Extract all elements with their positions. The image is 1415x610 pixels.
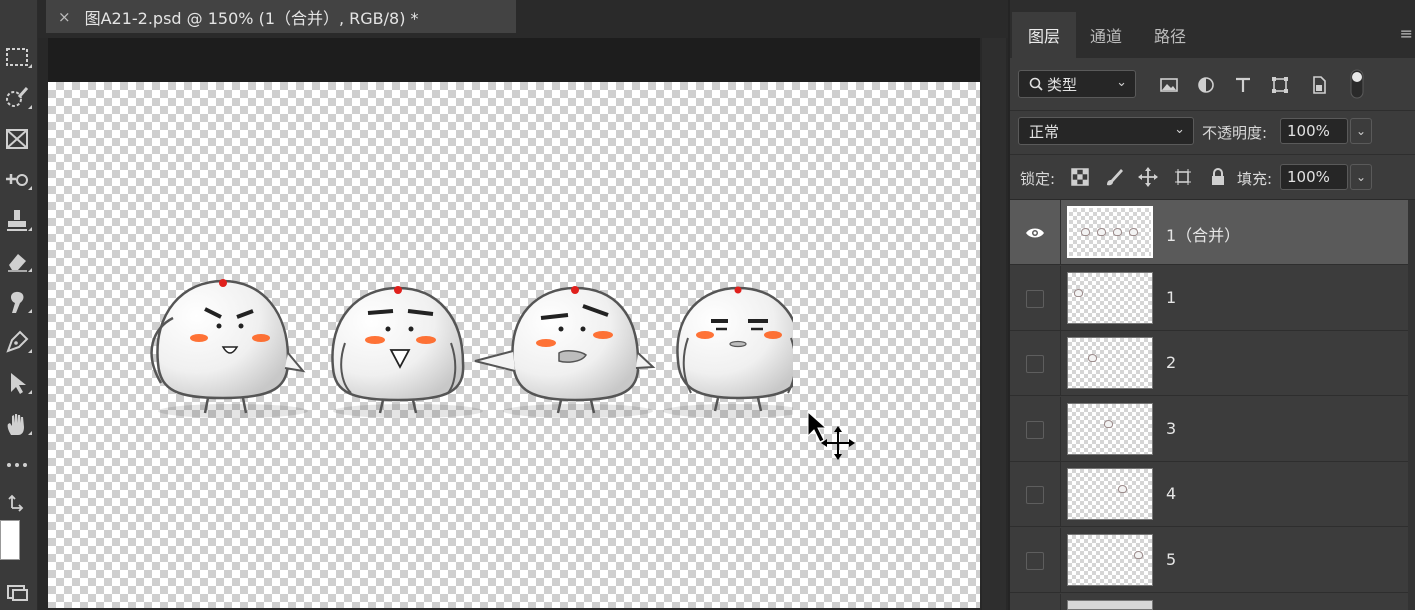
layer-divider xyxy=(1060,200,1061,265)
lock-row: 锁定: 填充: 100% ⌄ xyxy=(1010,154,1415,200)
layer-visibility-toggle[interactable] xyxy=(1026,552,1044,570)
stamp-icon[interactable] xyxy=(0,205,34,235)
panel-tab-bar: 图层 通道 路径 ≡ xyxy=(1010,0,1415,58)
layer-visibility-toggle[interactable] xyxy=(1026,486,1044,504)
layer-name: 5 xyxy=(1166,550,1177,569)
layers-list: 1（合并） 1 2 3 4 5 xyxy=(1010,200,1408,610)
adjustment-filter-icon[interactable] xyxy=(1195,74,1217,96)
tab-layers[interactable]: 图层 xyxy=(1012,12,1077,58)
lock-position-icon[interactable] xyxy=(1137,166,1159,188)
chevron-down-icon: ⌄ xyxy=(1116,75,1127,90)
chevron-down-icon: ⌄ xyxy=(1174,122,1185,137)
hand-icon[interactable] xyxy=(0,409,34,439)
vertical-scrollbar[interactable] xyxy=(982,38,1006,610)
opacity-input[interactable]: 100% xyxy=(1280,118,1348,144)
layer-row[interactable]: 3 xyxy=(1010,397,1408,462)
spot-healing-icon[interactable] xyxy=(0,164,34,194)
character-artwork xyxy=(150,279,793,418)
layer-name: 1（合并） xyxy=(1166,226,1241,245)
layer-row[interactable]: 2 xyxy=(1010,331,1408,396)
image-filter-icon[interactable] xyxy=(1158,74,1180,96)
layer-row[interactable]: 1（合并） xyxy=(1010,200,1408,265)
layer-visibility-toggle[interactable] xyxy=(1026,224,1044,242)
lock-all-icon[interactable] xyxy=(1207,166,1229,188)
smart-object-filter-icon[interactable] xyxy=(1308,74,1330,96)
fill-dropdown-button[interactable]: ⌄ xyxy=(1350,164,1372,190)
layer-thumbnail xyxy=(1067,272,1153,324)
layer-thumbnail xyxy=(1067,403,1153,455)
tab-channels[interactable]: 通道 xyxy=(1074,12,1138,58)
path-selection-icon[interactable] xyxy=(0,368,34,398)
blend-row: 正常 ⌄ 不透明度: 100% ⌄ xyxy=(1010,110,1415,154)
document-title: 图A21-2.psd @ 150% (1（合并）, RGB/8) * xyxy=(84,8,419,28)
character-4 xyxy=(676,286,793,412)
layer-row[interactable]: 1 xyxy=(1010,266,1408,331)
foreground-color-swatch[interactable] xyxy=(0,520,20,560)
layer-row[interactable]: 5 xyxy=(1010,528,1408,593)
opacity-label: 不透明度: xyxy=(1202,124,1268,142)
rectangular-marquee-icon[interactable] xyxy=(0,42,34,72)
lock-label: 锁定: xyxy=(1020,170,1056,188)
filter-row: 类型 ⌄ xyxy=(1010,58,1415,110)
filter-type-label: 类型 xyxy=(1047,75,1078,94)
smudge-icon[interactable] xyxy=(0,287,34,317)
canvas-pasteboard xyxy=(48,38,980,82)
screen-mode-icon[interactable] xyxy=(0,578,34,608)
close-tab-icon[interactable]: × xyxy=(58,8,71,26)
layer-divider xyxy=(1060,397,1061,462)
type-filter-icon[interactable] xyxy=(1232,74,1254,96)
filter-toggle-icon[interactable] xyxy=(1348,68,1366,100)
more-tools-icon[interactable] xyxy=(0,449,34,479)
frame-icon[interactable] xyxy=(0,124,34,154)
panel-menu-icon[interactable]: ≡ xyxy=(1400,24,1413,43)
canvas-area xyxy=(38,38,1008,610)
lock-image-icon[interactable] xyxy=(1103,166,1125,188)
swap-colors-icon[interactable] xyxy=(0,488,34,518)
character-3 xyxy=(474,286,656,414)
document-tab-bar: × 图A21-2.psd @ 150% (1（合并）, RGB/8) * xyxy=(38,0,1008,38)
document-tab[interactable]: × 图A21-2.psd @ 150% (1（合并）, RGB/8) * xyxy=(46,0,516,33)
layer-visibility-toggle[interactable] xyxy=(1026,421,1044,439)
search-icon xyxy=(1029,77,1043,91)
character-1 xyxy=(150,279,306,414)
layer-thumbnail xyxy=(1067,600,1153,610)
layer-name: 2 xyxy=(1166,353,1177,372)
lock-artboard-icon[interactable] xyxy=(1172,166,1194,188)
lock-transparent-icon[interactable] xyxy=(1069,166,1091,188)
layer-divider xyxy=(1060,528,1061,593)
layer-visibility-toggle[interactable] xyxy=(1026,355,1044,373)
tab-paths[interactable]: 路径 xyxy=(1138,12,1202,58)
pen-icon[interactable] xyxy=(0,327,34,357)
filter-type-dropdown[interactable]: 类型 ⌄ xyxy=(1018,70,1136,98)
character-2 xyxy=(331,286,465,414)
blend-mode-dropdown[interactable]: 正常 ⌄ xyxy=(1018,117,1194,145)
layers-scrollbar[interactable] xyxy=(1408,200,1415,610)
layer-name: 4 xyxy=(1166,484,1177,503)
layer-divider xyxy=(1060,266,1061,331)
layers-panel: 图层 通道 路径 ≡ 类型 ⌄ 正常 ⌄ 不透明度: 100% ⌄ 锁定: 填充… xyxy=(1008,0,1415,610)
layer-thumbnail xyxy=(1067,468,1153,520)
layer-visibility-toggle[interactable] xyxy=(1026,290,1044,308)
eye-icon xyxy=(1026,228,1044,238)
layer-thumbnail xyxy=(1067,534,1153,586)
layer-divider xyxy=(1060,462,1061,527)
layer-thumbnail xyxy=(1067,206,1153,258)
layer-name: 3 xyxy=(1166,419,1177,438)
move-cursor-icon xyxy=(807,410,855,460)
layer-divider xyxy=(1060,331,1061,396)
tools-panel xyxy=(0,0,38,610)
layer-divider xyxy=(1060,594,1061,610)
shape-filter-icon[interactable] xyxy=(1269,74,1291,96)
quick-selection-icon[interactable] xyxy=(0,83,34,113)
layer-row[interactable]: 4 xyxy=(1010,462,1408,527)
blend-mode-value: 正常 xyxy=(1029,122,1060,141)
eraser-icon[interactable] xyxy=(0,246,34,276)
opacity-dropdown-button[interactable]: ⌄ xyxy=(1350,118,1372,144)
layer-name: 1 xyxy=(1166,288,1177,307)
fill-input[interactable]: 100% xyxy=(1280,164,1348,190)
fill-label: 填充: xyxy=(1237,170,1273,188)
layer-thumbnail xyxy=(1067,337,1153,389)
layer-row[interactable] xyxy=(1010,594,1408,610)
